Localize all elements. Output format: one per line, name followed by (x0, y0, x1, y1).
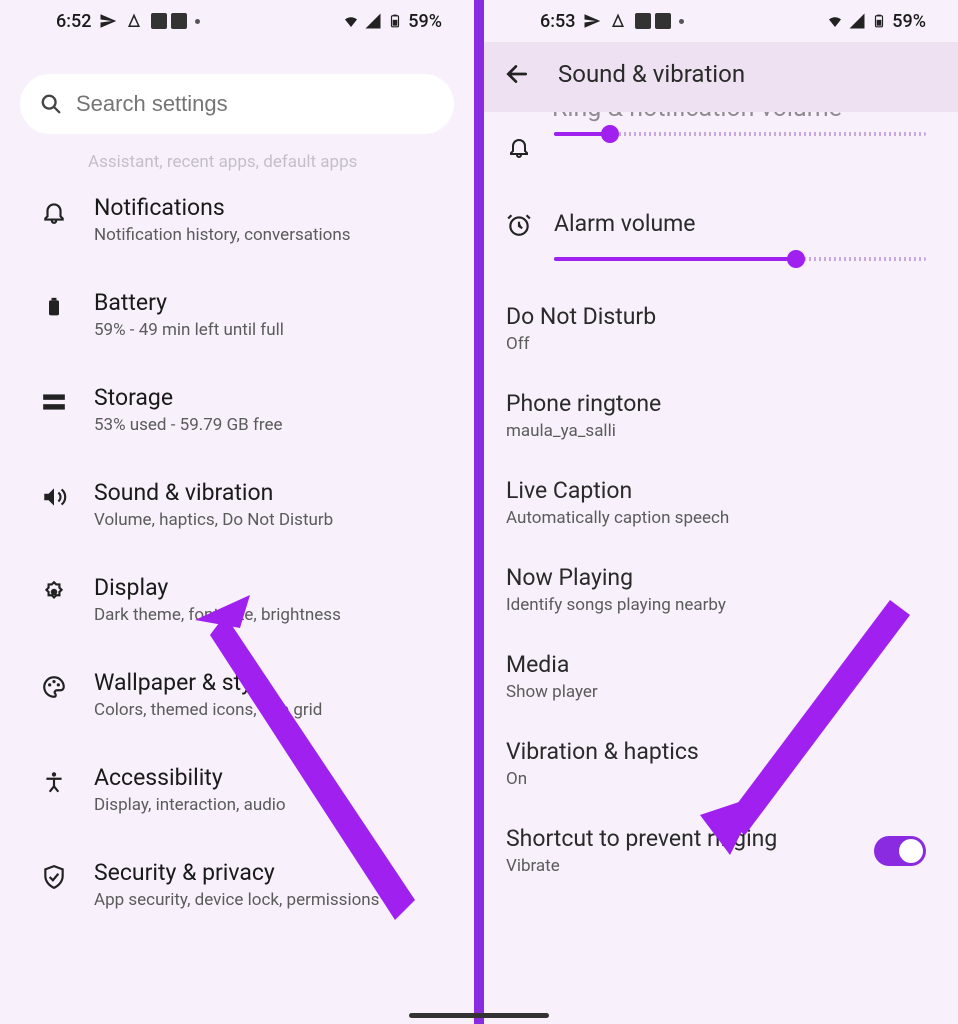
sound-title: Now Playing (506, 564, 926, 591)
search-settings[interactable] (20, 74, 454, 134)
setting-security-privacy[interactable]: Security & privacy App security, device … (0, 837, 474, 932)
slider-track[interactable] (554, 257, 926, 261)
sound-live-caption[interactable]: Live Caption Automatically caption speec… (484, 459, 958, 546)
status-bar: 6:52 59% (0, 0, 474, 42)
sound-vibration-haptics[interactable]: Vibration & haptics On (484, 720, 958, 807)
sound-sub: On (506, 769, 926, 789)
status-bar: 6:53 59% (484, 0, 958, 42)
sound-now-playing[interactable]: Now Playing Identify songs playing nearb… (484, 546, 958, 633)
slider-track[interactable] (554, 132, 926, 136)
setting-title: Notifications (94, 194, 446, 221)
setting-sub: Display, interaction, audio (94, 795, 446, 815)
sound-sub: Off (506, 334, 926, 354)
setting-title: Accessibility (94, 764, 446, 791)
setting-sub: Dark theme, font size, brightness (94, 605, 446, 625)
app-icon (609, 12, 627, 30)
slider-label: Alarm volume (554, 210, 926, 237)
sound-phone-ringtone[interactable]: Phone ringtone maula_ya_salli (484, 372, 958, 459)
toggle-switch[interactable] (874, 836, 926, 866)
sound-title: Vibration & haptics (506, 738, 926, 765)
setting-title: Storage (94, 384, 446, 411)
setting-sub: App security, device lock, permissions (94, 890, 446, 910)
back-button[interactable] (504, 61, 530, 87)
send-icon (583, 12, 601, 30)
setting-title: Battery (94, 289, 446, 316)
setting-battery[interactable]: Battery 59% - 49 min left until full (0, 267, 474, 362)
sound-title: Shortcut to prevent ringing (506, 825, 874, 852)
bell-icon (506, 134, 532, 160)
setting-sub: 53% used - 59.79 GB free (94, 415, 446, 435)
sound-settings-list[interactable]: Ring & notification volume Alarm volume (484, 112, 958, 1024)
signal-icon (848, 12, 866, 30)
ring-volume-slider[interactable] (484, 126, 958, 184)
sound-shortcut-prevent-ringing[interactable]: Shortcut to prevent ringing Vibrate (484, 807, 958, 894)
status-time: 6:52 (56, 11, 91, 32)
sound-title: Media (506, 651, 926, 678)
sound-sub: Show player (506, 682, 926, 702)
battery-percent: 59% (408, 11, 442, 32)
setting-sub: Colors, themed icons, app grid (94, 700, 446, 720)
signal-icon (364, 12, 382, 30)
s: Identify songs playing nearby (506, 595, 926, 615)
status-dot (195, 19, 200, 24)
setting-storage[interactable]: Storage 53% used - 59.79 GB free (0, 362, 474, 457)
setting-display[interactable]: Display Dark theme, font size, brightnes… (0, 552, 474, 647)
battery-percent: 59% (892, 11, 926, 32)
setting-accessibility[interactable]: Accessibility Display, interaction, audi… (0, 742, 474, 837)
shield-icon (40, 863, 68, 891)
sound-title: Live Caption (506, 477, 926, 504)
alarm-volume-slider[interactable]: Alarm volume (484, 184, 958, 285)
sound-title: Phone ringtone (506, 390, 926, 417)
setting-notifications[interactable]: Notifications Notification history, conv… (0, 172, 474, 267)
battery-icon (386, 12, 404, 30)
setting-sub: Notification history, conversations (94, 225, 446, 245)
partial-slider-title: Ring & notification volume (484, 112, 958, 123)
settings-list[interactable]: Assistant, recent apps, default apps Not… (0, 146, 474, 1024)
settings-partial-sub: Assistant, recent apps, default apps (0, 152, 474, 172)
page-title: Sound & vibration (558, 60, 745, 88)
setting-sound-vibration[interactable]: Sound & vibration Volume, haptics, Do No… (0, 457, 474, 552)
accessibility-icon (40, 768, 68, 796)
nav-pill[interactable] (479, 1013, 549, 1018)
setting-title: Sound & vibration (94, 479, 446, 506)
wifi-icon (826, 12, 844, 30)
sound-sub: maula_ya_salli (506, 421, 926, 441)
status-apps (635, 13, 671, 29)
search-icon (40, 93, 62, 115)
sound-do-not-disturb[interactable]: Do Not Disturb Off (484, 285, 958, 372)
sound-sub: Vibrate (506, 856, 874, 876)
battery-item-icon (40, 293, 68, 321)
sound-sub: Automatically caption speech (506, 508, 926, 528)
status-dot (679, 19, 684, 24)
sound-title: Do Not Disturb (506, 303, 926, 330)
storage-icon (40, 388, 68, 416)
sound-media[interactable]: Media Show player (484, 633, 958, 720)
palette-icon (40, 673, 68, 701)
status-apps (151, 13, 187, 29)
setting-sub: 59% - 49 min left until full (94, 320, 446, 340)
search-input[interactable] (76, 91, 434, 117)
setting-wallpaper-style[interactable]: Wallpaper & style Colors, themed icons, … (0, 647, 474, 742)
setting-title: Security & privacy (94, 859, 446, 886)
send-icon (99, 12, 117, 30)
setting-title: Display (94, 574, 446, 601)
alarm-icon (506, 212, 532, 238)
brightness-icon (40, 578, 68, 606)
status-time: 6:53 (540, 11, 575, 32)
wifi-icon (342, 12, 360, 30)
setting-title: Wallpaper & style (94, 669, 446, 696)
page-header: Sound & vibration (484, 42, 958, 112)
settings-screen: 6:52 59% Assistant, recent apps, default… (0, 0, 479, 1024)
battery-icon (870, 12, 888, 30)
bell-icon (40, 198, 68, 226)
setting-sub: Volume, haptics, Do Not Disturb (94, 510, 446, 530)
volume-icon (40, 483, 68, 511)
sound-vibration-screen: 6:53 59% Sound & vibration Ring & notifi… (479, 0, 958, 1024)
app-icon (125, 12, 143, 30)
